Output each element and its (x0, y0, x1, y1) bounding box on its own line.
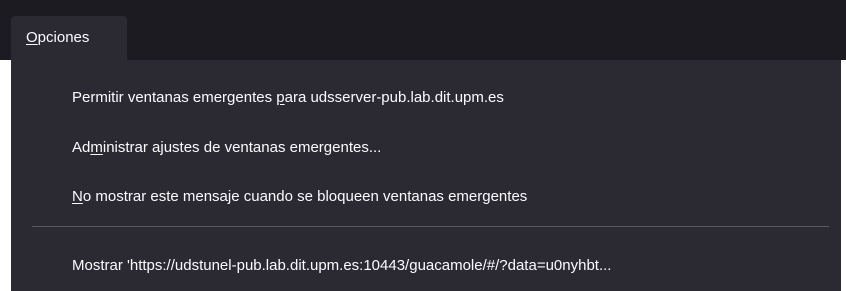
menu-item-accesskey: p (276, 89, 285, 106)
menu-item-label-pre: Permitir ventanas emergentes (72, 89, 277, 106)
menu-item-label-post: ara udsserver-pub.lab.dit.upm.es (284, 89, 504, 106)
options-accesskey: O (26, 29, 38, 46)
menu-item-accesskey: N (72, 188, 83, 205)
options-label-post: pciones (37, 29, 90, 46)
menu-item-allow-popups[interactable]: Permitir ventanas emergentes para udsser… (11, 78, 841, 118)
menu-item-label-pre: Mostrar 'https://udstunel-pub.lab.dit.up… (72, 257, 612, 274)
options-button[interactable]: Opciones (11, 16, 127, 60)
menu-item-label-pre: Ad (72, 139, 91, 156)
options-menu: Permitir ventanas emergentes para udsser… (11, 60, 841, 291)
notification-bar: Opciones (0, 0, 846, 60)
menu-item-label-post: inistrar ajustes de ventanas emergentes.… (102, 139, 382, 156)
menu-item-dont-show-message[interactable]: No mostrar este mensaje cuando se bloque… (11, 177, 841, 217)
popup-blocked-options-screen: Opciones Permitir ventanas emergentes pa… (0, 0, 846, 291)
menu-item-show-blocked-popup[interactable]: Mostrar 'https://udstunel-pub.lab.dit.up… (11, 246, 841, 286)
menu-item-accesskey: m (90, 139, 103, 156)
menu-item-label-post: o mostrar este mensaje cuando se bloquee… (82, 188, 528, 205)
menu-separator (32, 226, 829, 227)
menu-item-manage-popup-settings[interactable]: Administrar ajustes de ventanas emergent… (11, 128, 841, 168)
